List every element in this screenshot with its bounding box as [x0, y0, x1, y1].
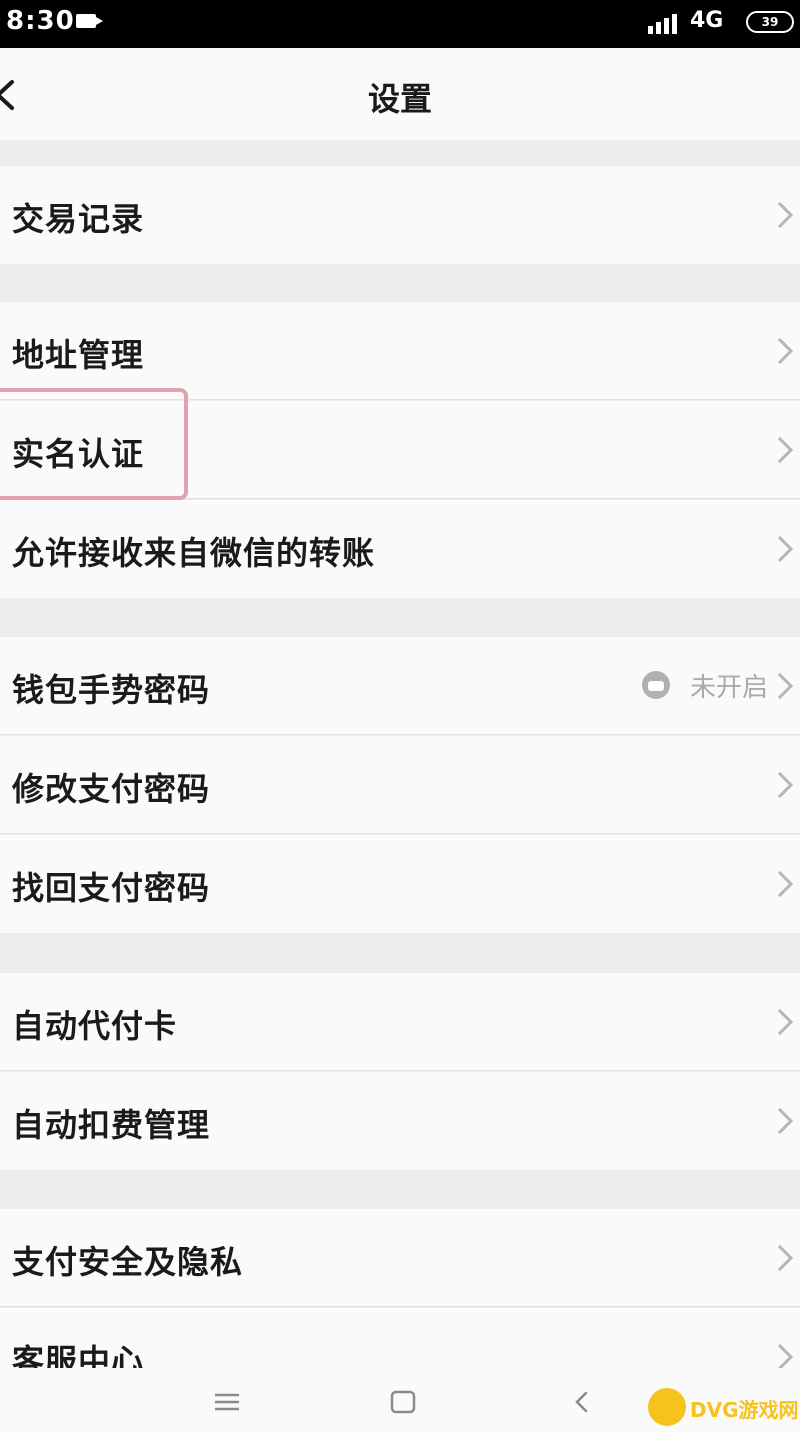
- menu-item-auto-deduction-management[interactable]: 自动扣费管理: [0, 1072, 800, 1170]
- page-title: 设置: [367, 80, 432, 118]
- menu-item-label: 钱包手势密码: [12, 671, 211, 709]
- navigation-bar: 设置: [0, 48, 800, 140]
- menu-item-real-name-auth[interactable]: 实名认证: [0, 401, 800, 499]
- home-square-icon[interactable]: [388, 1390, 418, 1414]
- status-bar: 8:30 4G 39: [0, 0, 800, 48]
- gesture-password-status: 未开启: [689, 673, 768, 703]
- menu-item-recover-pay-password[interactable]: 找回支付密码: [0, 835, 800, 933]
- chevron-right-icon: [777, 870, 794, 898]
- gamepad-logo-icon: [648, 1388, 686, 1426]
- menu-item-address-management[interactable]: 地址管理: [0, 302, 800, 400]
- menu-item-pay-security-privacy[interactable]: 支付安全及隐私: [0, 1209, 800, 1307]
- signal-strength-icon: [648, 14, 677, 34]
- menu-item-auto-pay-card[interactable]: 自动代付卡: [0, 973, 800, 1071]
- back-triangle-icon[interactable]: [568, 1390, 598, 1414]
- lock-icon: [642, 671, 670, 699]
- chevron-right-icon: [777, 1244, 794, 1272]
- battery-icon: 39: [746, 11, 794, 33]
- menu-item-label: 交易记录: [12, 200, 145, 238]
- network-type: 4G: [690, 8, 724, 33]
- chevron-right-icon: [777, 436, 794, 464]
- status-time: 8:30: [6, 6, 75, 36]
- watermark: DVG游戏网: [648, 1388, 799, 1428]
- menu-item-label: 自动代付卡: [12, 1007, 178, 1045]
- menu-item-label: 实名认证: [12, 435, 145, 473]
- menu-item-label: 自动扣费管理: [12, 1106, 211, 1144]
- menu-item-transaction-records[interactable]: 交易记录: [0, 166, 800, 264]
- menu-item-label: 地址管理: [12, 336, 145, 374]
- watermark-text: DVG游戏网: [690, 1398, 799, 1422]
- menu-item-wallet-gesture-password[interactable]: 钱包手势密码 未开启: [0, 637, 800, 735]
- chevron-right-icon: [777, 201, 794, 229]
- menu-lines-icon[interactable]: [212, 1390, 242, 1414]
- chevron-right-icon: [777, 771, 794, 799]
- chevron-right-icon: [777, 1008, 794, 1036]
- chevron-right-icon: [777, 535, 794, 563]
- battery-level: 39: [761, 15, 779, 29]
- menu-item-label: 修改支付密码: [12, 770, 211, 808]
- chevron-right-icon: [777, 672, 794, 700]
- menu-item-allow-wechat-transfer[interactable]: 允许接收来自微信的转账: [0, 500, 800, 598]
- menu-item-change-pay-password[interactable]: 修改支付密码: [0, 736, 800, 834]
- chevron-right-icon: [777, 337, 794, 365]
- chevron-right-icon: [777, 1107, 794, 1135]
- menu-item-label: 找回支付密码: [12, 869, 211, 907]
- menu-item-label: 允许接收来自微信的转账: [12, 534, 376, 572]
- menu-item-label: 支付安全及隐私: [12, 1243, 244, 1281]
- video-recording-icon: [76, 14, 103, 28]
